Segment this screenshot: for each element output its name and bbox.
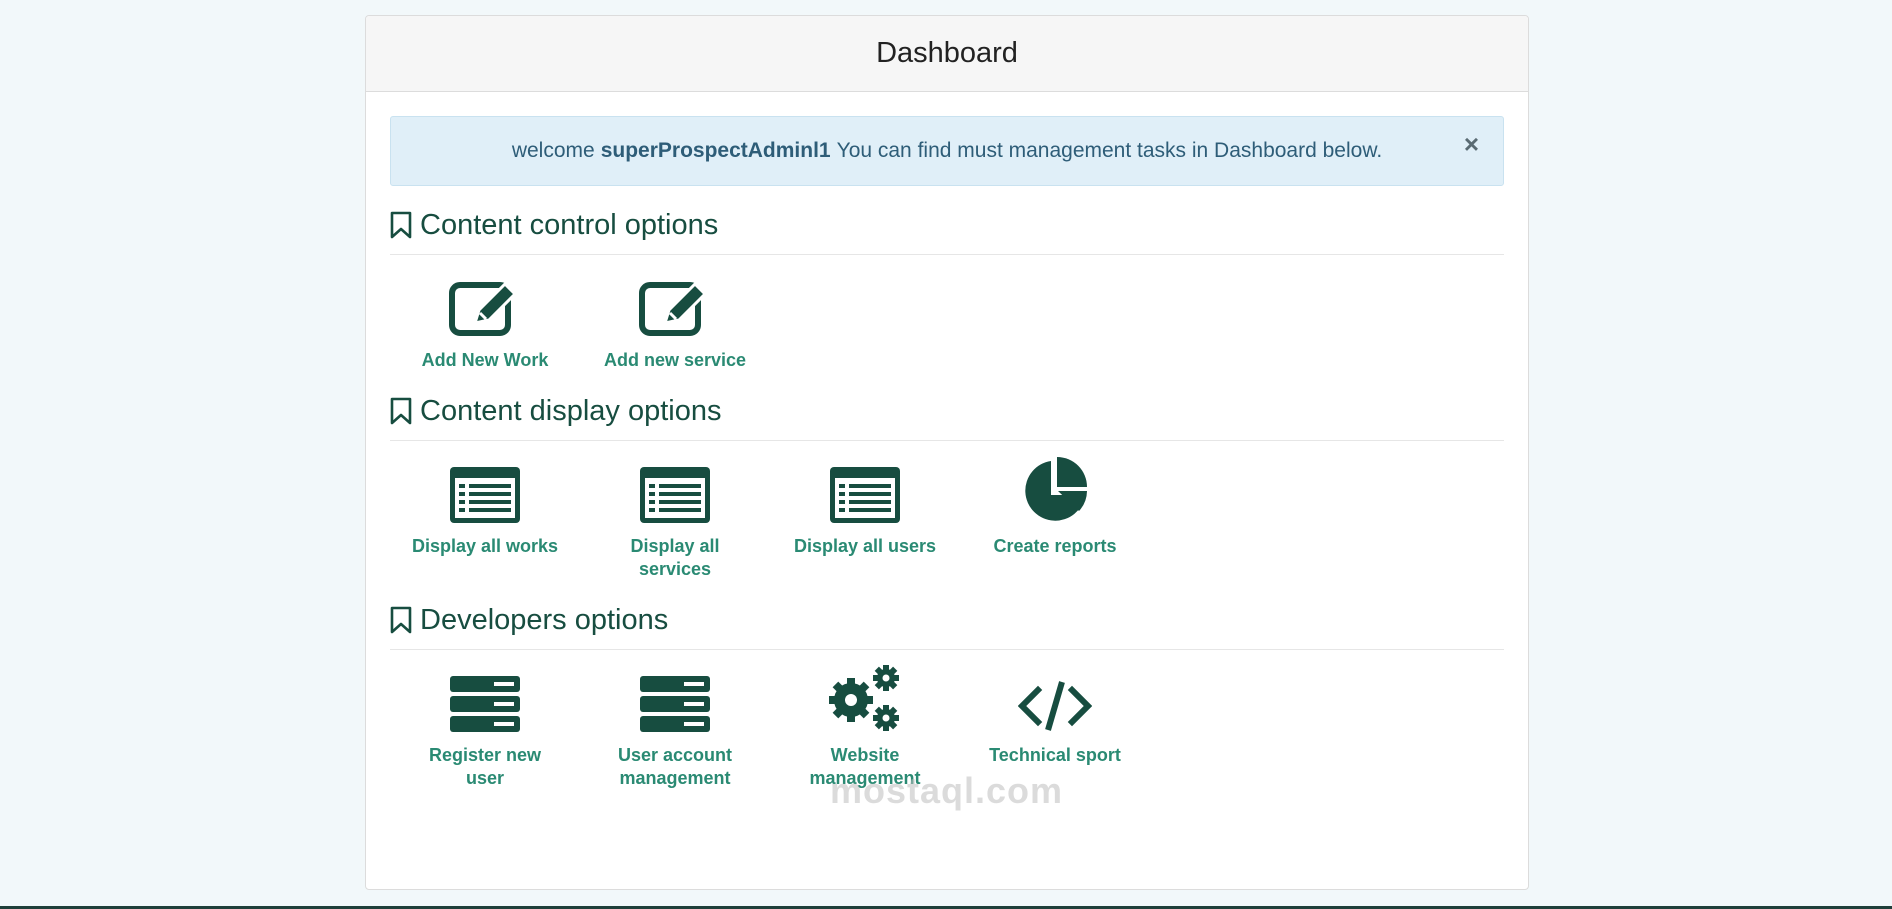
edit-icon (449, 281, 518, 336)
watermark: mostaql.com (830, 770, 1064, 811)
alert-message: You can find must management tasks in Da… (836, 139, 1383, 162)
tile-label: Add New Work (421, 350, 549, 370)
section-developers-tiles: Register new user User account managemen… (390, 650, 1504, 790)
dashboard-panel: Dashboard welcome superProspectAdminl1 Y… (365, 15, 1529, 890)
panel-header: Dashboard (366, 16, 1528, 92)
code-icon (1018, 681, 1092, 731)
bookmark-icon (390, 211, 412, 239)
welcome-alert: welcome superProspectAdminl1 You can fin… (390, 116, 1504, 186)
server-icon (640, 676, 710, 732)
display-all-users-button[interactable]: Display all users (770, 463, 960, 581)
register-new-user-button[interactable]: Register new user (390, 672, 580, 790)
panel-body: welcome superProspectAdminl1 You can fin… (366, 92, 1528, 790)
section-title-text: Content control options (420, 208, 719, 241)
bookmark-icon (390, 606, 412, 634)
tile-label: Technical sport (989, 745, 1121, 765)
display-all-services-button[interactable]: Display all services (580, 463, 770, 581)
tile-label: Register new user (428, 745, 542, 788)
section-title-text: Developers options (420, 603, 669, 636)
gears-icon (829, 665, 899, 731)
section-content-display-tiles: Display all works Display all services D… (390, 441, 1504, 581)
list-icon (640, 467, 710, 523)
alert-username: superProspectAdminl1 (600, 139, 831, 162)
user-account-management-button[interactable]: User account management (580, 672, 770, 790)
tile-label: User account management (617, 745, 733, 788)
server-icon (450, 676, 520, 732)
section-content-display: Content display options (390, 388, 1504, 441)
tile-label: Display all works (411, 536, 559, 556)
tile-label: Add new service (603, 350, 747, 370)
add-new-work-button[interactable]: Add New Work (390, 277, 580, 372)
pie-chart-icon (1025, 457, 1087, 521)
alert-close-button[interactable]: × (1464, 131, 1479, 157)
bookmark-icon (390, 397, 412, 425)
section-content-control: Content control options (390, 202, 1504, 255)
add-new-service-button[interactable]: Add new service (580, 277, 770, 372)
section-developers: Developers options (390, 597, 1504, 650)
tile-label: Create reports (993, 536, 1117, 556)
list-icon (450, 467, 520, 523)
tile-label: Display all services (630, 536, 720, 579)
create-reports-button[interactable]: Create reports (960, 457, 1150, 581)
list-icon (830, 467, 900, 523)
section-title-text: Content display options (420, 394, 722, 427)
alert-prefix: welcome (511, 139, 595, 162)
edit-icon (639, 281, 708, 336)
section-content-control-tiles: Add New Work Add new service (390, 255, 1504, 372)
tile-label: Display all users (793, 536, 937, 556)
display-all-works-button[interactable]: Display all works (390, 463, 580, 581)
page-title: Dashboard (876, 37, 1018, 69)
